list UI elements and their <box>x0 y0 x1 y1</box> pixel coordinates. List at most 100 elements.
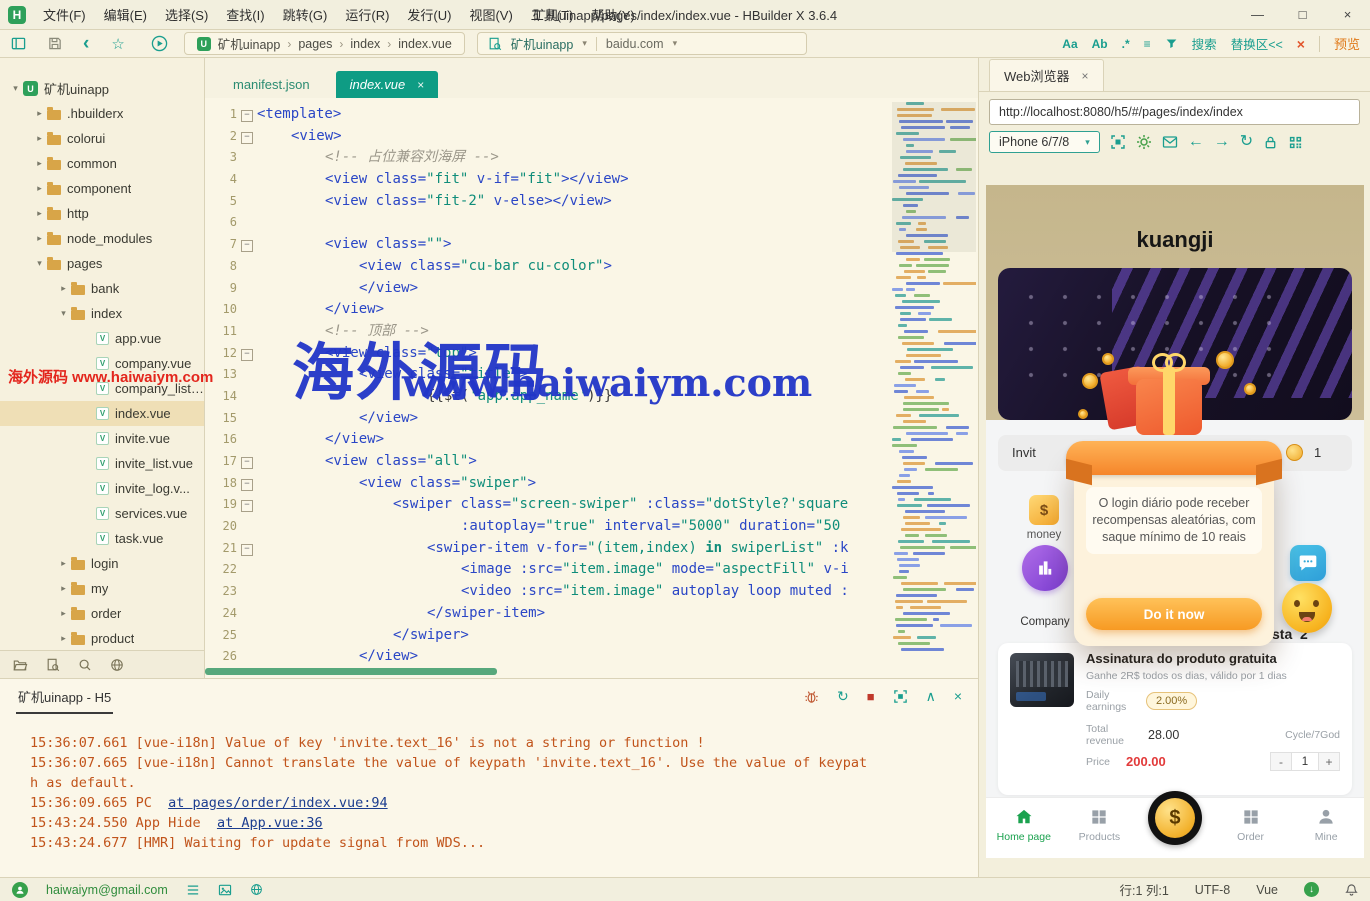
account-avatar-icon[interactable] <box>12 882 28 898</box>
browser-tab[interactable]: Web浏览器 × <box>989 59 1104 91</box>
search-button[interactable]: 搜索 <box>1192 34 1217 53</box>
mail-icon[interactable] <box>1162 135 1178 149</box>
company-feature-icon[interactable] <box>1022 545 1068 591</box>
account-email[interactable]: haiwaiym@gmail.com <box>46 883 168 897</box>
tree-item-invite.vue[interactable]: Vinvite.vue <box>0 426 204 451</box>
horizontal-scrollbar-track[interactable] <box>205 668 978 675</box>
whole-word-toggle[interactable]: Ab <box>1092 37 1108 51</box>
gutter[interactable]: 12 <box>205 343 257 365</box>
gutter[interactable]: 1 <box>205 104 257 126</box>
web-search-box[interactable]: 矿机uinapp ▾ baidu.com ▾ <box>477 32 807 55</box>
search-engine[interactable]: baidu.com <box>606 37 664 51</box>
tree-item-矿机uinapp[interactable]: ▾U矿机uinapp <box>0 76 204 101</box>
preview-button[interactable]: 预览 <box>1334 34 1360 53</box>
tree-item-order[interactable]: ▸order <box>0 601 204 626</box>
search-files-icon[interactable] <box>46 658 60 672</box>
gutter[interactable]: 4 <box>205 169 257 191</box>
breadcrumb-item-2[interactable]: index <box>350 37 380 51</box>
gutter[interactable]: 22 <box>205 559 257 581</box>
menu-item-0[interactable]: 文件(F) <box>34 1 95 28</box>
tree-caret-icon[interactable]: ▸ <box>56 558 71 569</box>
url-input[interactable] <box>989 99 1360 125</box>
qr-code-icon[interactable] <box>1288 135 1303 150</box>
language-mode[interactable]: Vue <box>1256 883 1278 897</box>
tree-item-component[interactable]: ▸component <box>0 176 204 201</box>
gutter[interactable]: 8 <box>205 256 257 278</box>
gutter[interactable]: 10 <box>205 299 257 321</box>
refresh-icon[interactable]: ↻ <box>1240 134 1253 150</box>
multiline-toggle[interactable]: ≡ <box>1144 37 1151 51</box>
breadcrumb-item-1[interactable]: pages <box>298 37 332 51</box>
gutter[interactable]: 15 <box>205 408 257 430</box>
plugin-globe-icon[interactable] <box>250 883 263 896</box>
navigate-back-icon[interactable]: ‹ <box>83 34 89 53</box>
tree-item-index.vue[interactable]: Vindex.vue <box>0 401 204 426</box>
editor-tab-manifest.json[interactable]: manifest.json <box>219 71 324 98</box>
menu-item-4[interactable]: 跳转(G) <box>274 1 337 28</box>
tree-item-app.vue[interactable]: Vapp.vue <box>0 326 204 351</box>
tree-item-login[interactable]: ▸login <box>0 551 204 576</box>
update-download-icon[interactable]: ↓ <box>1304 882 1319 897</box>
settings-gear-icon[interactable] <box>1136 134 1152 150</box>
tree-item-index[interactable]: ▾index <box>0 301 204 326</box>
toggle-sidebar-icon[interactable] <box>10 36 27 51</box>
menu-item-7[interactable]: 视图(V) <box>460 1 521 28</box>
back-arrow-icon[interactable]: ← <box>1188 134 1204 150</box>
gutter[interactable]: 26 <box>205 646 257 664</box>
menu-item-2[interactable]: 选择(S) <box>156 1 217 28</box>
breadcrumb-item-0[interactable]: 矿机uinapp <box>218 34 281 53</box>
console-source-link[interactable]: at App.vue:36 <box>217 815 323 831</box>
outline-list-icon[interactable] <box>186 884 200 896</box>
gutter[interactable]: 5 <box>205 191 257 213</box>
gutter[interactable]: 6 <box>205 212 257 234</box>
editor-tab-index.vue[interactable]: index.vue× <box>336 71 439 98</box>
tree-caret-icon[interactable]: ▸ <box>32 208 47 219</box>
minimap-viewport[interactable] <box>892 102 976 252</box>
tab-bar-item-home-page[interactable]: Home page <box>986 798 1062 858</box>
product-card[interactable]: Assinatura do produto gratuita Ganhe 2R$… <box>998 643 1352 795</box>
tree-caret-icon[interactable]: ▸ <box>56 583 71 594</box>
do-it-now-button[interactable]: Do it now <box>1086 598 1262 630</box>
tree-caret-icon[interactable]: ▸ <box>32 233 47 244</box>
save-icon[interactable] <box>47 36 63 51</box>
open-folder-icon[interactable] <box>12 658 28 672</box>
tree-caret-icon[interactable]: ▾ <box>8 83 23 94</box>
horizontal-scrollbar-thumb[interactable] <box>205 668 497 675</box>
clear-console-icon[interactable]: × <box>954 689 962 703</box>
gutter[interactable]: 16 <box>205 429 257 451</box>
chat-feature-icon[interactable] <box>1290 545 1326 581</box>
tree-item-invite_list.vue[interactable]: Vinvite_list.vue <box>0 451 204 476</box>
close-search-icon[interactable]: × <box>1297 36 1305 52</box>
device-select[interactable]: iPhone 6/7/8 ▾ <box>989 131 1100 153</box>
tree-item-task.vue[interactable]: Vtask.vue <box>0 526 204 551</box>
gutter[interactable]: 23 <box>205 581 257 603</box>
encoding-indicator[interactable]: UTF-8 <box>1195 883 1230 897</box>
tree-item-.hbuilderx[interactable]: ▸.hbuilderx <box>0 101 204 126</box>
gutter[interactable]: 7 <box>205 234 257 256</box>
gutter[interactable]: 19 <box>205 494 257 516</box>
tree-item-product[interactable]: ▸product <box>0 626 204 651</box>
bookmark-star-icon[interactable]: ☆ <box>111 35 124 53</box>
tab-bar-item-products[interactable]: Products <box>1062 798 1138 858</box>
breadcrumb-item-3[interactable]: index.vue <box>398 37 452 51</box>
restart-icon[interactable]: ↻ <box>837 689 849 703</box>
forward-arrow-icon[interactable]: → <box>1214 134 1230 150</box>
gutter[interactable]: 24 <box>205 603 257 625</box>
stop-icon[interactable]: ■ <box>867 690 875 703</box>
tree-caret-icon[interactable]: ▸ <box>56 608 71 619</box>
browser-tab-close-icon[interactable]: × <box>1082 69 1089 83</box>
tab-bar-item-order[interactable]: Order <box>1213 798 1289 858</box>
gutter[interactable]: 18 <box>205 473 257 495</box>
minimap[interactable] <box>892 102 976 660</box>
tree-caret-icon[interactable]: ▸ <box>32 133 47 144</box>
quantity-plus-button[interactable]: + <box>1318 752 1340 771</box>
tab-bar-item-mine[interactable]: Mine <box>1288 798 1364 858</box>
chevron-down-icon[interactable]: ▾ <box>673 38 678 49</box>
menu-item-1[interactable]: 编辑(E) <box>95 1 156 28</box>
search-scope[interactable]: 矿机uinapp <box>511 34 574 53</box>
fold-marker-icon[interactable] <box>237 451 255 473</box>
regex-toggle[interactable]: .* <box>1122 37 1130 51</box>
match-case-toggle[interactable]: Aa <box>1062 37 1077 51</box>
cursor-position[interactable]: 行:1 列:1 <box>1119 880 1168 899</box>
web-globe-icon[interactable] <box>110 658 124 672</box>
